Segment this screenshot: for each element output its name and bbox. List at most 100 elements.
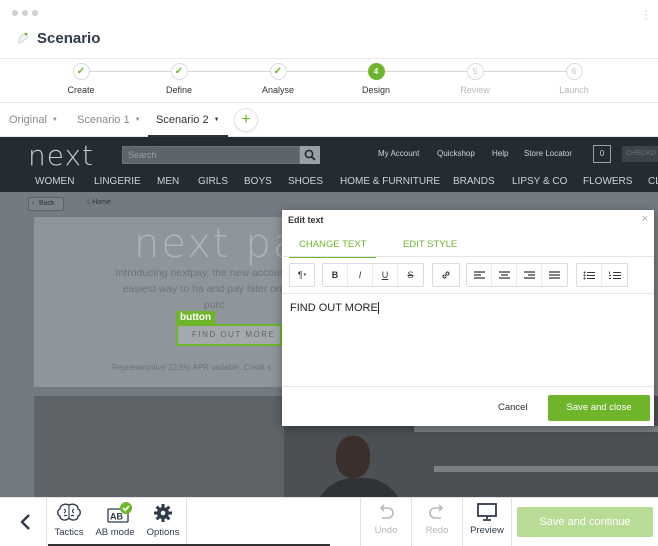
step-number: 6 bbox=[565, 63, 583, 80]
site-link-quickshop[interactable]: Quickshop bbox=[437, 149, 475, 158]
site-header: next Search My Account Quickshop Help St… bbox=[0, 137, 658, 192]
nav-item[interactable]: WOMEN bbox=[35, 176, 74, 187]
step-launch[interactable]: 6 Launch bbox=[534, 63, 614, 95]
step-design[interactable]: 4 Design bbox=[336, 63, 416, 95]
align-center-icon[interactable] bbox=[492, 264, 517, 286]
save-and-continue-button[interactable]: Save and continue bbox=[517, 507, 653, 537]
undo-label: Undo bbox=[374, 525, 398, 536]
breadcrumb-home[interactable]: ⌂ Home bbox=[86, 199, 111, 206]
scenario-logo-icon bbox=[18, 32, 28, 44]
step-create[interactable]: ✓ Create bbox=[41, 63, 121, 95]
chevron-left-icon bbox=[20, 514, 30, 530]
alignment-group bbox=[466, 263, 568, 287]
nav-item[interactable]: MEN bbox=[157, 176, 179, 187]
check-icon: ✓ bbox=[170, 63, 188, 80]
underline-icon[interactable]: U bbox=[373, 264, 398, 286]
numbered-list-icon[interactable] bbox=[602, 264, 627, 286]
step-label: Define bbox=[165, 85, 192, 95]
site-link-account[interactable]: My Account bbox=[378, 149, 419, 158]
paragraph-format-group: ¶ ▾ bbox=[289, 263, 315, 287]
selected-button-element[interactable]: FIND OUT MORE bbox=[176, 324, 282, 346]
kebab-menu-icon[interactable]: · · · bbox=[644, 4, 648, 24]
tab-scenario-2[interactable]: Scenario 2 ▼ bbox=[148, 103, 228, 137]
nav-item[interactable]: BOYS bbox=[244, 176, 272, 187]
strikethrough-icon[interactable]: S bbox=[398, 264, 423, 286]
nav-item[interactable]: BRANDS bbox=[453, 176, 495, 187]
step-label: Review bbox=[460, 85, 490, 95]
nav-item[interactable]: LIPSY & CO bbox=[512, 176, 567, 187]
site-back-button[interactable]: ‹ Back bbox=[28, 197, 64, 211]
home-label: Home bbox=[92, 199, 111, 206]
caret-down-icon: ▼ bbox=[134, 117, 141, 124]
ab-mode-button[interactable]: AB AB mode bbox=[93, 502, 137, 538]
nav-item[interactable]: FLOWERS bbox=[583, 176, 632, 187]
app-title: Scenario bbox=[37, 30, 101, 47]
nav-item[interactable]: LINGERIE bbox=[94, 176, 141, 187]
check-icon: ✓ bbox=[72, 63, 90, 80]
tab-label: Scenario 2 bbox=[156, 114, 209, 126]
save-and-close-button[interactable]: Save and close bbox=[548, 395, 650, 421]
list-group bbox=[576, 263, 628, 287]
redo-icon bbox=[429, 504, 444, 519]
tactics-button[interactable]: Tactics bbox=[52, 502, 86, 538]
options-label: Options bbox=[146, 527, 180, 538]
bullet-list-icon[interactable] bbox=[577, 264, 602, 286]
step-define[interactable]: ✓ Define bbox=[139, 63, 219, 95]
align-justify-icon[interactable] bbox=[542, 264, 567, 286]
monitor-icon bbox=[477, 503, 497, 521]
selected-element-tag: button bbox=[176, 311, 216, 324]
align-left-icon[interactable] bbox=[467, 264, 492, 286]
step-number: 4 bbox=[367, 63, 385, 80]
progress-stepper: ✓ Create ✓ Define ✓ Analyse 4 Design 5 R… bbox=[0, 58, 658, 102]
nav-item[interactable]: CL bbox=[648, 176, 658, 187]
nav-item[interactable]: HOME & FURNITURE bbox=[340, 176, 440, 187]
close-icon[interactable]: × bbox=[642, 213, 648, 225]
redo-label: Redo bbox=[425, 525, 449, 536]
site-link-store-locator[interactable]: Store Locator bbox=[524, 149, 572, 158]
paragraph-icon[interactable]: ¶ ▾ bbox=[290, 264, 314, 286]
check-icon: ✓ bbox=[269, 63, 287, 80]
step-review[interactable]: 5 Review bbox=[435, 63, 515, 95]
selected-button-text: FIND OUT MORE bbox=[192, 330, 276, 339]
link-icon[interactable] bbox=[433, 264, 458, 286]
bold-icon[interactable]: B bbox=[323, 264, 348, 286]
link-group bbox=[432, 263, 460, 287]
search-icon[interactable] bbox=[300, 146, 320, 164]
step-analyse[interactable]: ✓ Analyse bbox=[238, 63, 318, 95]
nav-item[interactable]: SHOES bbox=[288, 176, 323, 187]
step-label: Create bbox=[67, 85, 95, 95]
site-search-input[interactable]: Search bbox=[122, 146, 300, 164]
italic-icon[interactable]: I bbox=[348, 264, 373, 286]
back-arrow-button[interactable] bbox=[10, 510, 40, 534]
undo-icon bbox=[379, 504, 394, 519]
cancel-button[interactable]: Cancel bbox=[498, 402, 528, 413]
preview-button[interactable]: Preview bbox=[466, 502, 508, 536]
tab-original[interactable]: Original ▼ bbox=[9, 103, 58, 137]
editor-content: FIND OUT MORE bbox=[290, 302, 378, 314]
step-label: Design bbox=[361, 85, 390, 95]
site-link-help[interactable]: Help bbox=[492, 149, 508, 158]
tab-edit-style[interactable]: EDIT STYLE bbox=[403, 239, 457, 250]
window-dots bbox=[12, 10, 38, 16]
tab-label: Scenario 1 bbox=[77, 114, 130, 126]
bag-icon[interactable]: 0 bbox=[593, 145, 611, 163]
nav-item[interactable]: GIRLS bbox=[198, 176, 228, 187]
text-editor[interactable]: FIND OUT MORE bbox=[282, 293, 654, 387]
ab-mode-label: AB mode bbox=[95, 527, 135, 538]
text-cursor bbox=[377, 302, 379, 315]
checkout-button[interactable]: CHECKO bbox=[622, 146, 658, 162]
step-label: Analyse bbox=[261, 85, 295, 95]
hero-banner: next pa Introducing nextpay, the new acc… bbox=[34, 217, 312, 387]
options-button[interactable]: Options bbox=[144, 502, 182, 538]
caret-down-icon: ▼ bbox=[51, 117, 58, 124]
add-scenario-button[interactable]: + bbox=[234, 108, 258, 132]
tab-label: Original bbox=[9, 114, 47, 126]
scenario-tabs: Original ▼ Scenario 1 ▼ Scenario 2 ▼ + bbox=[0, 102, 658, 137]
redo-button[interactable]: Redo bbox=[417, 502, 457, 536]
modal-title: Edit text bbox=[288, 215, 324, 225]
tab-scenario-1[interactable]: Scenario 1 ▼ bbox=[77, 103, 141, 137]
site-logo: next bbox=[28, 139, 95, 172]
undo-button[interactable]: Undo bbox=[366, 502, 406, 536]
back-label: Back bbox=[39, 200, 55, 207]
align-right-icon[interactable] bbox=[517, 264, 542, 286]
